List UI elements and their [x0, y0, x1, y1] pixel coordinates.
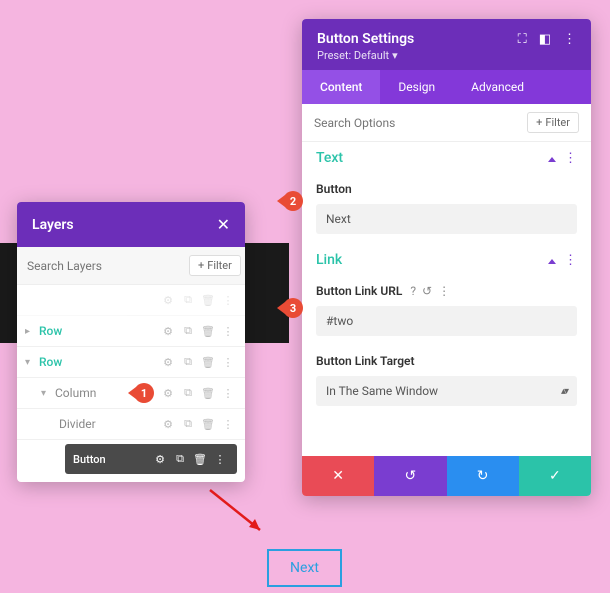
field-target-select[interactable]: In The Same Window ▴▾: [316, 376, 577, 406]
layer-row-divider[interactable]: Divider ⚙ ⧉ 🗑 ⋮: [17, 409, 245, 440]
annotation-badge-2: 2: [283, 191, 303, 211]
layer-row-row2[interactable]: ▾ Row ⚙ ⧉ 🗑 ⋮: [17, 347, 245, 378]
select-caret-icon: ▴▾: [561, 386, 567, 397]
layer-label: Row: [39, 355, 159, 369]
gear-icon[interactable]: ⚙: [159, 291, 177, 309]
section-link-title: Link: [316, 252, 342, 268]
layer-row-button-active[interactable]: Button ⚙ ⧉ 🗑 ⋮: [65, 444, 237, 474]
chevron-down-icon[interactable]: ▾: [41, 388, 55, 399]
trash-icon[interactable]: 🗑: [199, 353, 217, 371]
layers-search-input[interactable]: [27, 259, 183, 273]
settings-preset[interactable]: Preset: Default ▾: [317, 49, 576, 62]
trash-icon[interactable]: 🗑: [199, 291, 217, 309]
layer-label: Row: [39, 324, 159, 338]
trash-icon[interactable]: 🗑: [199, 384, 217, 402]
gear-icon[interactable]: ⚙: [159, 353, 177, 371]
more-icon[interactable]: ⋮: [219, 415, 237, 433]
more-icon[interactable]: ⋮: [438, 284, 450, 298]
annotation-arrow: [205, 485, 275, 540]
more-icon[interactable]: ⋮: [219, 353, 237, 371]
layer-label: Divider: [59, 417, 159, 431]
annotation-badge-3: 3: [283, 298, 303, 318]
more-icon[interactable]: ⋮: [564, 151, 577, 166]
layers-header: Layers ✕: [17, 202, 245, 247]
duplicate-icon[interactable]: ⧉: [179, 322, 197, 340]
field-button-input[interactable]: [316, 204, 577, 234]
tab-advanced[interactable]: Advanced: [453, 70, 542, 104]
chevron-right-icon[interactable]: ▸: [25, 326, 39, 337]
settings-search-row: +Filter: [302, 104, 591, 142]
settings-header-icons: ⛶ ◧ ⋮: [518, 32, 576, 47]
trash-icon[interactable]: 🗑: [199, 322, 217, 340]
duplicate-icon[interactable]: ⧉: [179, 384, 197, 402]
layer-label: Button: [73, 453, 151, 466]
layer-row-icons: ⚙ ⧉ 🗑 ⋮: [159, 384, 237, 402]
duplicate-icon[interactable]: ⧉: [179, 353, 197, 371]
reset-icon[interactable]: ↺: [422, 284, 432, 298]
undo-button[interactable]: ↺: [374, 456, 446, 496]
duplicate-icon[interactable]: ⧉: [179, 291, 197, 309]
field-button-label: Button: [302, 174, 591, 200]
trash-icon[interactable]: 🗑: [199, 415, 217, 433]
more-icon[interactable]: ⋮: [219, 322, 237, 340]
settings-title: Button Settings: [317, 31, 414, 47]
help-icon[interactable]: ?: [410, 284, 416, 298]
tab-design[interactable]: Design: [380, 70, 453, 104]
layer-row-icons: ⚙ ⧉ 🗑 ⋮: [159, 415, 237, 433]
more-icon[interactable]: ⋮: [564, 253, 577, 268]
field-url-input[interactable]: [316, 306, 577, 336]
layer-row-icons: ⚙ ⧉ 🗑 ⋮: [151, 450, 229, 468]
save-button[interactable]: ✓: [519, 456, 591, 496]
expand-icon[interactable]: ⛶: [518, 32, 527, 47]
settings-tabs: Content Design Advanced: [302, 70, 591, 104]
settings-footer: ✕ ↺ ↻ ✓: [302, 456, 591, 496]
panel-icon[interactable]: ◧: [539, 32, 551, 47]
gear-icon[interactable]: ⚙: [159, 384, 177, 402]
gear-icon[interactable]: ⚙: [159, 322, 177, 340]
section-text-title: Text: [316, 150, 343, 166]
preview-next-button[interactable]: Next: [267, 549, 342, 587]
layers-filter-button[interactable]: +Filter: [189, 255, 241, 276]
layers-search-row: +Filter: [17, 247, 245, 285]
gear-icon[interactable]: ⚙: [159, 415, 177, 433]
chevron-down-icon: ▾: [392, 49, 398, 62]
settings-search-input[interactable]: [314, 116, 521, 130]
more-icon[interactable]: ⋮: [219, 384, 237, 402]
gear-icon[interactable]: ⚙: [151, 450, 169, 468]
settings-header: Button Settings ⛶ ◧ ⋮ Preset: Default ▾: [302, 19, 591, 70]
field-url-label: Button Link URL ? ↺ ⋮: [302, 276, 591, 302]
more-icon[interactable]: ⋮: [563, 32, 576, 47]
chevron-up-icon[interactable]: [548, 253, 556, 268]
layer-row-icons: ⚙ ⧉ 🗑 ⋮: [159, 353, 237, 371]
chevron-down-icon[interactable]: ▾: [25, 357, 39, 368]
more-icon[interactable]: ⋮: [219, 291, 237, 309]
close-icon[interactable]: ✕: [217, 215, 230, 234]
layer-row-icons: ⚙ ⧉ 🗑 ⋮: [159, 291, 237, 309]
layers-panel: Layers ✕ +Filter ⚙ ⧉ 🗑 ⋮ ▸ Row ⚙ ⧉ 🗑 ⋮ ▾…: [17, 202, 245, 482]
annotation-badge-1: 1: [134, 383, 154, 403]
duplicate-icon[interactable]: ⧉: [171, 450, 189, 468]
duplicate-icon[interactable]: ⧉: [179, 415, 197, 433]
layer-row-icons: ⚙ ⧉ 🗑 ⋮: [159, 322, 237, 340]
redo-button[interactable]: ↻: [447, 456, 519, 496]
more-icon[interactable]: ⋮: [211, 450, 229, 468]
section-link-header[interactable]: Link ⋮: [302, 244, 591, 276]
layer-row-row1[interactable]: ▸ Row ⚙ ⧉ 🗑 ⋮: [17, 316, 245, 347]
field-target-label: Button Link Target: [302, 346, 591, 372]
layer-row-ghost: ⚙ ⧉ 🗑 ⋮: [17, 285, 245, 316]
chevron-up-icon[interactable]: [548, 151, 556, 166]
tab-content[interactable]: Content: [302, 70, 380, 104]
cancel-button[interactable]: ✕: [302, 456, 374, 496]
layers-title: Layers: [32, 217, 74, 233]
section-text-header[interactable]: Text ⋮: [302, 142, 591, 174]
settings-filter-button[interactable]: +Filter: [527, 112, 579, 133]
trash-icon[interactable]: 🗑: [191, 450, 209, 468]
settings-panel: Button Settings ⛶ ◧ ⋮ Preset: Default ▾ …: [302, 19, 591, 496]
